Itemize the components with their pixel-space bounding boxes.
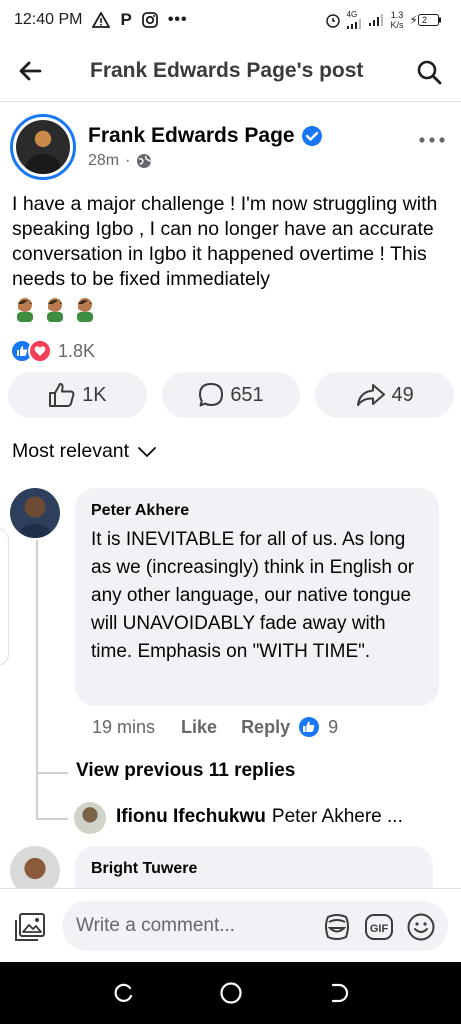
emoji-button[interactable] [405, 911, 437, 943]
meta-separator: · [125, 152, 131, 169]
side-edge-panel [0, 528, 9, 666]
search-button[interactable] [409, 52, 449, 92]
avatar-sticker-icon [325, 914, 349, 940]
share-arrow-icon [356, 384, 385, 406]
photo-icon [15, 913, 45, 941]
man-facepalming-emoji-icon [17, 298, 33, 322]
thread-line [36, 540, 38, 820]
post-author-name[interactable]: Frank Edwards Page [88, 124, 295, 148]
man-facepalming-emoji-icon [47, 298, 63, 322]
comment-like-count: 9 [328, 716, 339, 737]
post-author[interactable]: Frank Edwards Page [88, 124, 323, 148]
thread-branch [36, 772, 68, 774]
instagram-icon [141, 12, 158, 28]
gif-button[interactable]: GIF [363, 911, 395, 943]
comment-reply-button[interactable]: Reply [241, 717, 290, 738]
thumbs-up-icon [49, 382, 75, 407]
pinterest-icon: P [120, 10, 132, 29]
status-time: 12:40 PM [14, 11, 83, 28]
comment-sort-dropdown[interactable]: Most relevant [12, 440, 157, 463]
system-nav-bar [0, 962, 461, 1024]
share-button[interactable]: 49 [315, 372, 455, 418]
reply-avatar[interactable] [74, 802, 106, 834]
post-options-button[interactable] [417, 130, 447, 150]
add-photo-button[interactable] [12, 909, 48, 945]
signal-icon: 4G [346, 10, 363, 29]
alarm-icon [325, 12, 341, 28]
comment-like-button[interactable]: Like [181, 717, 217, 738]
post-emojis [12, 296, 98, 322]
reactions-summary[interactable]: 1.8K [10, 338, 95, 364]
warning-icon [92, 12, 111, 28]
post-meta: 28m · [88, 152, 152, 170]
author-avatar[interactable] [10, 114, 76, 180]
home-button[interactable] [211, 973, 251, 1013]
svg-text:GIF: GIF [370, 923, 389, 935]
system-back-button[interactable] [318, 973, 358, 1013]
comment-composer: GIF [0, 888, 461, 962]
reply-author[interactable]: Ifionu Ifechukwu [116, 806, 266, 827]
post-header: Frank Edwards Page 28m · [0, 110, 461, 182]
sort-label[interactable]: Most relevant [12, 440, 129, 463]
home-circle-icon [219, 982, 242, 1004]
comment-meta: 19 mins Like Reply 9 [92, 716, 338, 738]
app-header: Frank Edwards Page's post [0, 40, 461, 102]
comment-time[interactable]: 19 mins [92, 717, 155, 738]
post-actions: 1K 651 49 [8, 372, 455, 418]
globe-icon [137, 154, 152, 168]
reply-text: Peter Akhere ... [271, 806, 403, 827]
comment-author[interactable]: Peter Akhere [91, 502, 423, 520]
more-notifications-icon: ••• [167, 11, 188, 28]
network-type: 4G [346, 10, 358, 19]
data-speed: 1.3 K/s [390, 10, 404, 30]
like-button[interactable]: 1K [8, 372, 147, 418]
comment-button[interactable]: 651 [161, 372, 301, 418]
comment-text: It is INEVITABLE for all of us. As long … [91, 529, 415, 662]
gif-icon: GIF [365, 914, 393, 940]
back-button[interactable] [0, 40, 60, 102]
comment-bubble[interactable]: Bright Tuwere [75, 846, 433, 894]
search-icon [417, 60, 442, 85]
like-count: 1K [82, 383, 107, 406]
man-facepalming-emoji-icon [77, 298, 93, 322]
view-previous-replies-link[interactable]: View previous 11 replies [76, 760, 295, 782]
battery-level: 2 [421, 15, 427, 25]
share-count: 49 [391, 383, 414, 406]
comment-avatar[interactable] [10, 488, 60, 538]
more-horizontal-icon [419, 137, 445, 143]
status-bar: 12:40 PM P ••• 4G 1.3 K/s ⚡ 2 [0, 0, 461, 40]
comment-count: 651 [230, 383, 264, 406]
page-title: Frank Edwards Page's post [90, 58, 364, 82]
back-arrow-icon [19, 61, 42, 80]
comment-bubble[interactable]: Peter Akhere It is INEVITABLE for all of… [75, 488, 439, 706]
comment-bubble-icon [199, 383, 224, 407]
reply-preview[interactable]: Ifionu Ifechukwu Peter Akhere ... [116, 806, 403, 828]
verified-badge-icon [301, 126, 322, 146]
battery-icon: ⚡ 2 [410, 13, 447, 27]
avatar-sticker-button[interactable] [321, 911, 353, 943]
signal-2-icon [368, 14, 385, 26]
recents-button[interactable] [104, 973, 144, 1013]
smiley-icon [407, 913, 435, 941]
recents-icon [114, 983, 132, 1002]
system-back-icon [331, 983, 348, 1003]
reactions-count: 1.8K [58, 340, 96, 361]
post-time[interactable]: 28m [88, 152, 119, 170]
chevron-down-icon [138, 446, 156, 457]
like-reaction-icon [299, 717, 320, 737]
comment-author[interactable]: Bright Tuwere [91, 860, 417, 878]
post-text: I have a major challenge ! I'm now strug… [12, 193, 438, 290]
love-reaction-icon [28, 339, 52, 363]
thread-branch [36, 818, 68, 820]
